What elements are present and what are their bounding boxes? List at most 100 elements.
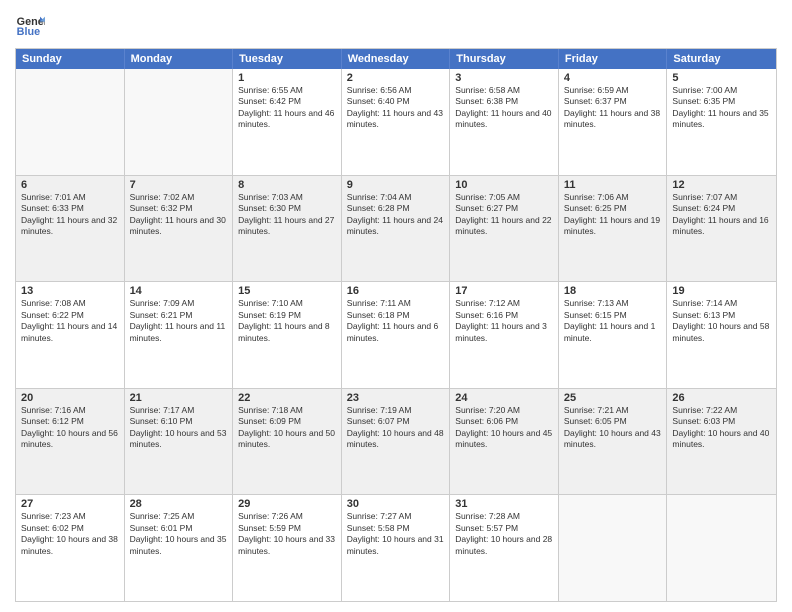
cell-text: Sunrise: 7:11 AM Sunset: 6:18 PM Dayligh… [347, 298, 445, 344]
calendar-cell-4: 4Sunrise: 6:59 AM Sunset: 6:37 PM Daylig… [559, 69, 668, 175]
logo-icon: General Blue [15, 10, 45, 40]
calendar-cell-17: 17Sunrise: 7:12 AM Sunset: 6:16 PM Dayli… [450, 282, 559, 388]
day-number: 21 [130, 392, 228, 404]
cell-text: Sunrise: 7:22 AM Sunset: 6:03 PM Dayligh… [672, 405, 771, 451]
cell-text: Sunrise: 7:03 AM Sunset: 6:30 PM Dayligh… [238, 192, 336, 238]
calendar-header: SundayMondayTuesdayWednesdayThursdayFrid… [16, 49, 776, 69]
calendar-row-4: 27Sunrise: 7:23 AM Sunset: 6:02 PM Dayli… [16, 495, 776, 601]
cell-text: Sunrise: 7:16 AM Sunset: 6:12 PM Dayligh… [21, 405, 119, 451]
day-number: 7 [130, 179, 228, 191]
header-cell-thursday: Thursday [450, 49, 559, 69]
day-number: 14 [130, 285, 228, 297]
cell-text: Sunrise: 7:19 AM Sunset: 6:07 PM Dayligh… [347, 405, 445, 451]
header-cell-monday: Monday [125, 49, 234, 69]
calendar: SundayMondayTuesdayWednesdayThursdayFrid… [15, 48, 777, 602]
cell-text: Sunrise: 7:28 AM Sunset: 5:57 PM Dayligh… [455, 511, 553, 557]
calendar-cell-21: 21Sunrise: 7:17 AM Sunset: 6:10 PM Dayli… [125, 389, 234, 495]
cell-text: Sunrise: 7:26 AM Sunset: 5:59 PM Dayligh… [238, 511, 336, 557]
day-number: 15 [238, 285, 336, 297]
day-number: 1 [238, 72, 336, 84]
day-number: 8 [238, 179, 336, 191]
day-number: 25 [564, 392, 662, 404]
calendar-cell-24: 24Sunrise: 7:20 AM Sunset: 6:06 PM Dayli… [450, 389, 559, 495]
logo: General Blue [15, 10, 45, 40]
calendar-cell-5: 5Sunrise: 7:00 AM Sunset: 6:35 PM Daylig… [667, 69, 776, 175]
calendar-cell-19: 19Sunrise: 7:14 AM Sunset: 6:13 PM Dayli… [667, 282, 776, 388]
cell-text: Sunrise: 7:09 AM Sunset: 6:21 PM Dayligh… [130, 298, 228, 344]
calendar-cell-30: 30Sunrise: 7:27 AM Sunset: 5:58 PM Dayli… [342, 495, 451, 601]
calendar-cell-27: 27Sunrise: 7:23 AM Sunset: 6:02 PM Dayli… [16, 495, 125, 601]
cell-text: Sunrise: 6:58 AM Sunset: 6:38 PM Dayligh… [455, 85, 553, 131]
cell-text: Sunrise: 7:05 AM Sunset: 6:27 PM Dayligh… [455, 192, 553, 238]
calendar-cell-16: 16Sunrise: 7:11 AM Sunset: 6:18 PM Dayli… [342, 282, 451, 388]
calendar-cell-26: 26Sunrise: 7:22 AM Sunset: 6:03 PM Dayli… [667, 389, 776, 495]
cell-text: Sunrise: 7:20 AM Sunset: 6:06 PM Dayligh… [455, 405, 553, 451]
day-number: 12 [672, 179, 771, 191]
day-number: 27 [21, 498, 119, 510]
cell-text: Sunrise: 7:23 AM Sunset: 6:02 PM Dayligh… [21, 511, 119, 557]
cell-text: Sunrise: 7:17 AM Sunset: 6:10 PM Dayligh… [130, 405, 228, 451]
day-number: 19 [672, 285, 771, 297]
calendar-cell-9: 9Sunrise: 7:04 AM Sunset: 6:28 PM Daylig… [342, 176, 451, 282]
day-number: 30 [347, 498, 445, 510]
calendar-cell-13: 13Sunrise: 7:08 AM Sunset: 6:22 PM Dayli… [16, 282, 125, 388]
calendar-cell-28: 28Sunrise: 7:25 AM Sunset: 6:01 PM Dayli… [125, 495, 234, 601]
day-number: 2 [347, 72, 445, 84]
cell-text: Sunrise: 7:21 AM Sunset: 6:05 PM Dayligh… [564, 405, 662, 451]
calendar-row-2: 13Sunrise: 7:08 AM Sunset: 6:22 PM Dayli… [16, 282, 776, 389]
day-number: 23 [347, 392, 445, 404]
day-number: 29 [238, 498, 336, 510]
day-number: 9 [347, 179, 445, 191]
calendar-cell-empty-4-5 [559, 495, 668, 601]
calendar-cell-31: 31Sunrise: 7:28 AM Sunset: 5:57 PM Dayli… [450, 495, 559, 601]
cell-text: Sunrise: 7:18 AM Sunset: 6:09 PM Dayligh… [238, 405, 336, 451]
day-number: 10 [455, 179, 553, 191]
day-number: 22 [238, 392, 336, 404]
calendar-row-1: 6Sunrise: 7:01 AM Sunset: 6:33 PM Daylig… [16, 176, 776, 283]
day-number: 17 [455, 285, 553, 297]
header-cell-saturday: Saturday [667, 49, 776, 69]
day-number: 13 [21, 285, 119, 297]
page-header: General Blue [15, 10, 777, 40]
calendar-row-3: 20Sunrise: 7:16 AM Sunset: 6:12 PM Dayli… [16, 389, 776, 496]
cell-text: Sunrise: 7:08 AM Sunset: 6:22 PM Dayligh… [21, 298, 119, 344]
cell-text: Sunrise: 7:10 AM Sunset: 6:19 PM Dayligh… [238, 298, 336, 344]
cell-text: Sunrise: 6:55 AM Sunset: 6:42 PM Dayligh… [238, 85, 336, 131]
header-cell-friday: Friday [559, 49, 668, 69]
cell-text: Sunrise: 7:02 AM Sunset: 6:32 PM Dayligh… [130, 192, 228, 238]
day-number: 16 [347, 285, 445, 297]
cell-text: Sunrise: 7:07 AM Sunset: 6:24 PM Dayligh… [672, 192, 771, 238]
cell-text: Sunrise: 7:25 AM Sunset: 6:01 PM Dayligh… [130, 511, 228, 557]
calendar-row-0: 1Sunrise: 6:55 AM Sunset: 6:42 PM Daylig… [16, 69, 776, 176]
day-number: 5 [672, 72, 771, 84]
day-number: 24 [455, 392, 553, 404]
cell-text: Sunrise: 7:04 AM Sunset: 6:28 PM Dayligh… [347, 192, 445, 238]
cell-text: Sunrise: 7:13 AM Sunset: 6:15 PM Dayligh… [564, 298, 662, 344]
calendar-cell-11: 11Sunrise: 7:06 AM Sunset: 6:25 PM Dayli… [559, 176, 668, 282]
cell-text: Sunrise: 7:06 AM Sunset: 6:25 PM Dayligh… [564, 192, 662, 238]
day-number: 26 [672, 392, 771, 404]
calendar-cell-empty-0-1 [125, 69, 234, 175]
calendar-body: 1Sunrise: 6:55 AM Sunset: 6:42 PM Daylig… [16, 69, 776, 601]
calendar-cell-29: 29Sunrise: 7:26 AM Sunset: 5:59 PM Dayli… [233, 495, 342, 601]
day-number: 6 [21, 179, 119, 191]
day-number: 18 [564, 285, 662, 297]
calendar-cell-25: 25Sunrise: 7:21 AM Sunset: 6:05 PM Dayli… [559, 389, 668, 495]
calendar-cell-14: 14Sunrise: 7:09 AM Sunset: 6:21 PM Dayli… [125, 282, 234, 388]
calendar-cell-23: 23Sunrise: 7:19 AM Sunset: 6:07 PM Dayli… [342, 389, 451, 495]
day-number: 31 [455, 498, 553, 510]
cell-text: Sunrise: 6:56 AM Sunset: 6:40 PM Dayligh… [347, 85, 445, 131]
day-number: 3 [455, 72, 553, 84]
calendar-cell-15: 15Sunrise: 7:10 AM Sunset: 6:19 PM Dayli… [233, 282, 342, 388]
calendar-cell-8: 8Sunrise: 7:03 AM Sunset: 6:30 PM Daylig… [233, 176, 342, 282]
day-number: 4 [564, 72, 662, 84]
calendar-cell-12: 12Sunrise: 7:07 AM Sunset: 6:24 PM Dayli… [667, 176, 776, 282]
calendar-cell-1: 1Sunrise: 6:55 AM Sunset: 6:42 PM Daylig… [233, 69, 342, 175]
calendar-cell-20: 20Sunrise: 7:16 AM Sunset: 6:12 PM Dayli… [16, 389, 125, 495]
cell-text: Sunrise: 6:59 AM Sunset: 6:37 PM Dayligh… [564, 85, 662, 131]
calendar-cell-7: 7Sunrise: 7:02 AM Sunset: 6:32 PM Daylig… [125, 176, 234, 282]
cell-text: Sunrise: 7:27 AM Sunset: 5:58 PM Dayligh… [347, 511, 445, 557]
calendar-cell-22: 22Sunrise: 7:18 AM Sunset: 6:09 PM Dayli… [233, 389, 342, 495]
calendar-cell-6: 6Sunrise: 7:01 AM Sunset: 6:33 PM Daylig… [16, 176, 125, 282]
day-number: 11 [564, 179, 662, 191]
